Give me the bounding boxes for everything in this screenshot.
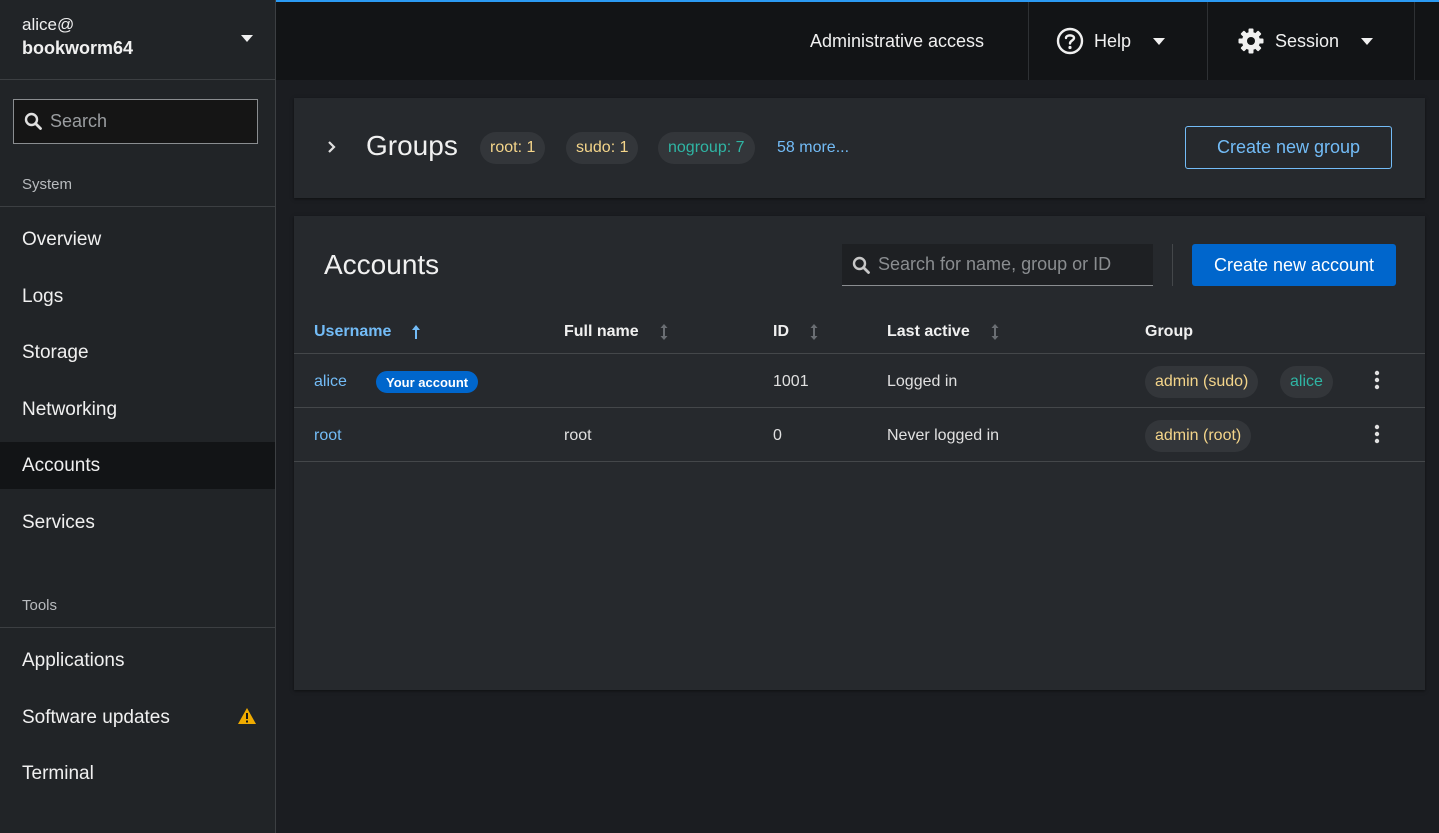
divider [1414, 2, 1415, 80]
divider [294, 353, 1425, 354]
id-cell: 1001 [773, 373, 809, 390]
group-chip[interactable]: alice [1280, 366, 1333, 398]
groups-title: Groups [366, 130, 458, 161]
column-header-group: Group [1145, 323, 1193, 341]
divider [294, 461, 1425, 462]
divider [294, 407, 1425, 408]
group-chip-nogroup[interactable]: nogroup: 7 [658, 132, 755, 164]
help-icon [1056, 27, 1084, 55]
your-account-badge: Your account [376, 371, 479, 393]
column-label: Username [314, 323, 392, 340]
column-header-last-active[interactable]: Last active [887, 323, 1000, 341]
help-label: Help [1094, 30, 1132, 51]
sidebar-item-storage[interactable]: Storage [0, 329, 275, 376]
create-new-group-button[interactable]: Create new group [1185, 126, 1392, 169]
sort-icon [991, 324, 999, 340]
more-groups-link[interactable]: 58 more... [777, 139, 849, 157]
sidebar-item-overview[interactable]: Overview [0, 216, 275, 263]
sidebar-search [13, 99, 258, 144]
divider [1172, 244, 1173, 286]
session-menu[interactable]: Session [1237, 2, 1374, 80]
last-active-cell: Never logged in [887, 427, 1000, 444]
sidebar-item-applications[interactable]: Applications [0, 637, 275, 684]
sort-icon [660, 324, 668, 340]
caret-down-icon [1153, 37, 1166, 45]
column-label: Last active [887, 323, 970, 340]
caret-down-icon [1361, 37, 1374, 45]
sidebar-search-input[interactable] [50, 100, 250, 143]
full-name-cell: root [564, 427, 592, 444]
sidebar-item-terminal[interactable]: Terminal [0, 750, 275, 797]
column-header-full-name[interactable]: Full name [564, 323, 669, 341]
sidebar-item-logs[interactable]: Logs [0, 273, 275, 320]
help-menu[interactable]: Help [1056, 2, 1166, 80]
section-title-tools: Tools [22, 597, 58, 614]
group-chip[interactable]: admin (root) [1145, 420, 1252, 452]
host-user: alice@ [22, 15, 75, 34]
divider [1028, 2, 1029, 80]
chevron-right-icon[interactable] [326, 139, 338, 155]
caret-down-icon [241, 35, 253, 42]
topbar: Administrative access Help Session [276, 0, 1439, 80]
accounts-search-input[interactable] [878, 244, 1148, 285]
username-link[interactable]: alice [314, 373, 347, 391]
column-label: Group [1145, 323, 1193, 340]
sidebar-item-accounts[interactable]: Accounts [0, 442, 275, 489]
divider [0, 206, 275, 207]
column-header-id[interactable]: ID [773, 323, 819, 341]
sidebar-item-networking[interactable]: Networking [0, 386, 275, 433]
host-name: bookworm64 [22, 38, 134, 58]
column-label: ID [773, 323, 789, 340]
last-active-cell: Logged in [887, 373, 958, 390]
group-chip-root[interactable]: root: 1 [480, 132, 546, 164]
search-icon [852, 256, 870, 274]
sort-icon [810, 324, 818, 340]
sidebar-item-label: Software updates [22, 706, 170, 728]
divider [0, 627, 275, 628]
search-icon [24, 112, 42, 130]
sort-ascending-icon [412, 325, 421, 339]
section-title-system: System [22, 176, 73, 193]
group-chip-sudo[interactable]: sudo: 1 [566, 132, 639, 164]
kebab-menu-icon[interactable] [1373, 423, 1381, 445]
accounts-title: Accounts [324, 249, 440, 280]
session-label: Session [1275, 30, 1340, 51]
accounts-card: Accounts Create new account Username Ful… [294, 216, 1425, 690]
sidebar-item-software-updates[interactable]: Software updates [0, 694, 275, 741]
gear-icon [1238, 28, 1264, 54]
accounts-search [842, 244, 1153, 286]
sidebar: alice@ bookworm64 System Overview Logs S… [0, 0, 276, 833]
username-link[interactable]: root [314, 427, 342, 445]
administrative-access-button[interactable]: Administrative access [810, 2, 984, 80]
id-cell: 0 [773, 427, 782, 444]
divider [1207, 2, 1208, 80]
group-chip[interactable]: admin (sudo) [1145, 366, 1259, 398]
warning-icon [238, 708, 256, 724]
sidebar-item-services[interactable]: Services [0, 499, 275, 546]
groups-card: Groups root: 1 sudo: 1 nogroup: 7 58 mor… [294, 98, 1425, 198]
column-label: Full name [564, 323, 639, 340]
host-switcher[interactable]: alice@ bookworm64 [0, 0, 275, 80]
create-new-account-button[interactable]: Create new account [1192, 244, 1396, 286]
column-header-username[interactable]: Username [314, 323, 421, 341]
kebab-menu-icon[interactable] [1373, 369, 1381, 391]
